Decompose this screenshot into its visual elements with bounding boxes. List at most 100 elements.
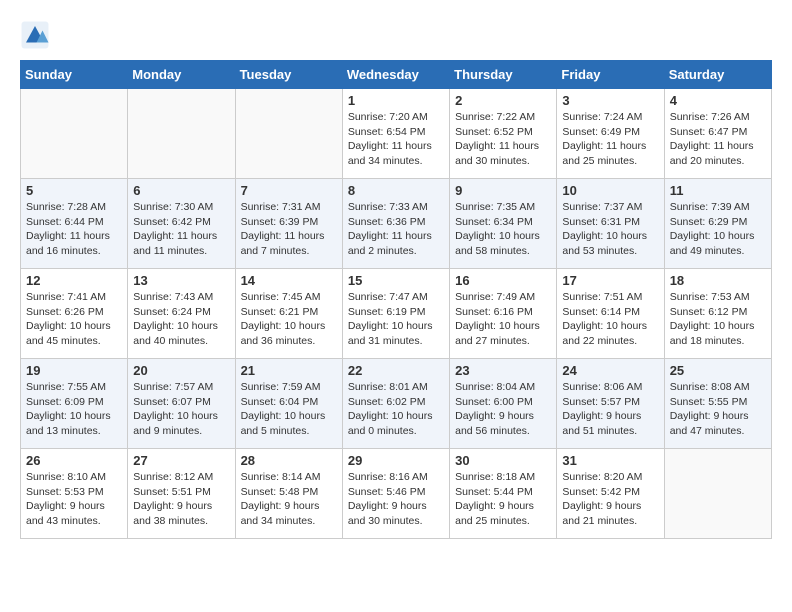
logo	[20, 20, 54, 50]
calendar-cell: 1Sunrise: 7:20 AMSunset: 6:54 PMDaylight…	[342, 89, 449, 179]
day-number: 22	[348, 363, 444, 378]
cell-text: Sunset: 5:55 PM	[670, 395, 766, 410]
day-number: 29	[348, 453, 444, 468]
cell-text: Daylight: 10 hours and 0 minutes.	[348, 409, 444, 438]
cell-text: Sunset: 5:57 PM	[562, 395, 658, 410]
cell-text: Daylight: 10 hours and 53 minutes.	[562, 229, 658, 258]
cell-text: Sunrise: 8:01 AM	[348, 380, 444, 395]
cell-text: Sunrise: 8:06 AM	[562, 380, 658, 395]
cell-text: Sunrise: 7:30 AM	[133, 200, 229, 215]
cell-text: Daylight: 11 hours and 34 minutes.	[348, 139, 444, 168]
cell-text: Sunrise: 7:41 AM	[26, 290, 122, 305]
cell-text: Sunrise: 8:20 AM	[562, 470, 658, 485]
calendar-cell: 19Sunrise: 7:55 AMSunset: 6:09 PMDayligh…	[21, 359, 128, 449]
calendar-cell: 6Sunrise: 7:30 AMSunset: 6:42 PMDaylight…	[128, 179, 235, 269]
day-number: 30	[455, 453, 551, 468]
cell-text: Sunset: 6:26 PM	[26, 305, 122, 320]
calendar-cell: 31Sunrise: 8:20 AMSunset: 5:42 PMDayligh…	[557, 449, 664, 539]
calendar-cell: 15Sunrise: 7:47 AMSunset: 6:19 PMDayligh…	[342, 269, 449, 359]
day-number: 21	[241, 363, 337, 378]
cell-text: Sunrise: 7:31 AM	[241, 200, 337, 215]
cell-text: Daylight: 10 hours and 36 minutes.	[241, 319, 337, 348]
cell-text: Sunset: 5:53 PM	[26, 485, 122, 500]
day-number: 5	[26, 183, 122, 198]
cell-text: Sunrise: 7:59 AM	[241, 380, 337, 395]
cell-text: Sunset: 6:16 PM	[455, 305, 551, 320]
calendar-header: SundayMondayTuesdayWednesdayThursdayFrid…	[21, 61, 772, 89]
calendar-cell: 26Sunrise: 8:10 AMSunset: 5:53 PMDayligh…	[21, 449, 128, 539]
page-header	[20, 20, 772, 50]
cell-text: Sunset: 6:02 PM	[348, 395, 444, 410]
cell-text: Sunset: 6:12 PM	[670, 305, 766, 320]
calendar-cell	[21, 89, 128, 179]
cell-text: Daylight: 11 hours and 20 minutes.	[670, 139, 766, 168]
calendar-cell: 18Sunrise: 7:53 AMSunset: 6:12 PMDayligh…	[664, 269, 771, 359]
cell-text: Daylight: 10 hours and 40 minutes.	[133, 319, 229, 348]
calendar-cell: 21Sunrise: 7:59 AMSunset: 6:04 PMDayligh…	[235, 359, 342, 449]
cell-text: Sunrise: 7:45 AM	[241, 290, 337, 305]
cell-text: Sunrise: 7:33 AM	[348, 200, 444, 215]
calendar-cell: 8 Sunrise: 7:33 AMSunset: 6:36 PMDaylight…	[342, 179, 449, 269]
cell-text: Daylight: 11 hours and 2 minutes.	[348, 229, 444, 258]
cell-text: Daylight: 9 hours and 43 minutes.	[26, 499, 122, 528]
cell-text: Sunset: 6:21 PM	[241, 305, 337, 320]
cell-text: Daylight: 10 hours and 45 minutes.	[26, 319, 122, 348]
cell-text: Sunrise: 8:08 AM	[670, 380, 766, 395]
day-header-tuesday: Tuesday	[235, 61, 342, 89]
day-header-friday: Friday	[557, 61, 664, 89]
cell-text: Daylight: 11 hours and 16 minutes.	[26, 229, 122, 258]
cell-text: Sunset: 5:48 PM	[241, 485, 337, 500]
cell-text: Sunset: 5:44 PM	[455, 485, 551, 500]
calendar-cell: 25Sunrise: 8:08 AMSunset: 5:55 PMDayligh…	[664, 359, 771, 449]
cell-text: Sunrise: 7:20 AM	[348, 110, 444, 125]
calendar-cell: 28Sunrise: 8:14 AMSunset: 5:48 PMDayligh…	[235, 449, 342, 539]
cell-text: Sunset: 6:52 PM	[455, 125, 551, 140]
cell-text: Sunrise: 8:16 AM	[348, 470, 444, 485]
calendar-cell: 17Sunrise: 7:51 AMSunset: 6:14 PMDayligh…	[557, 269, 664, 359]
cell-text: Sunset: 6:36 PM	[348, 215, 444, 230]
week-row-3: 12Sunrise: 7:41 AMSunset: 6:26 PMDayligh…	[21, 269, 772, 359]
calendar-cell: 14Sunrise: 7:45 AMSunset: 6:21 PMDayligh…	[235, 269, 342, 359]
cell-text: Daylight: 11 hours and 11 minutes.	[133, 229, 229, 258]
cell-text: Sunset: 6:47 PM	[670, 125, 766, 140]
cell-text: Daylight: 9 hours and 51 minutes.	[562, 409, 658, 438]
calendar-cell	[235, 89, 342, 179]
day-number: 19	[26, 363, 122, 378]
cell-text: Sunrise: 7:43 AM	[133, 290, 229, 305]
day-number: 20	[133, 363, 229, 378]
cell-text: Daylight: 10 hours and 58 minutes.	[455, 229, 551, 258]
cell-text: Sunrise: 7:55 AM	[26, 380, 122, 395]
day-number: 12	[26, 273, 122, 288]
day-number: 26	[26, 453, 122, 468]
day-number: 18	[670, 273, 766, 288]
cell-text: Sunset: 6:19 PM	[348, 305, 444, 320]
day-number: 10	[562, 183, 658, 198]
calendar-cell: 9Sunrise: 7:35 AMSunset: 6:34 PMDaylight…	[450, 179, 557, 269]
cell-text: Sunset: 6:34 PM	[455, 215, 551, 230]
day-number: 17	[562, 273, 658, 288]
cell-text: Daylight: 9 hours and 30 minutes.	[348, 499, 444, 528]
cell-text: Sunset: 6:24 PM	[133, 305, 229, 320]
cell-text: Daylight: 9 hours and 21 minutes.	[562, 499, 658, 528]
cell-text: Sunrise: 7:26 AM	[670, 110, 766, 125]
cell-text: Sunset: 6:39 PM	[241, 215, 337, 230]
cell-text: Sunset: 6:54 PM	[348, 125, 444, 140]
calendar-table: SundayMondayTuesdayWednesdayThursdayFrid…	[20, 60, 772, 539]
calendar-cell: 12 Sunrise: 7:41 AMSunset: 6:26 PMDayligh…	[21, 269, 128, 359]
cell-text: Daylight: 11 hours and 25 minutes.	[562, 139, 658, 168]
cell-text: Daylight: 10 hours and 5 minutes.	[241, 409, 337, 438]
cell-text: Sunrise: 7:24 AM	[562, 110, 658, 125]
cell-text: Sunrise: 8:18 AM	[455, 470, 551, 485]
calendar-cell: 5Sunrise: 7:28 AMSunset: 6:44 PMDaylight…	[21, 179, 128, 269]
calendar-cell: 11Sunrise: 7:39 AMSunset: 6:29 PMDayligh…	[664, 179, 771, 269]
cell-text: Daylight: 11 hours and 30 minutes.	[455, 139, 551, 168]
day-number: 8	[348, 183, 444, 198]
day-number: 27	[133, 453, 229, 468]
day-header-monday: Monday	[128, 61, 235, 89]
calendar-cell: 2Sunrise: 7:22 AMSunset: 6:52 PMDaylight…	[450, 89, 557, 179]
cell-text: Daylight: 9 hours and 38 minutes.	[133, 499, 229, 528]
cell-text: Sunrise: 7:37 AM	[562, 200, 658, 215]
cell-text: Daylight: 10 hours and 27 minutes.	[455, 319, 551, 348]
cell-text: Sunset: 6:42 PM	[133, 215, 229, 230]
cell-text: Sunrise: 7:22 AM	[455, 110, 551, 125]
